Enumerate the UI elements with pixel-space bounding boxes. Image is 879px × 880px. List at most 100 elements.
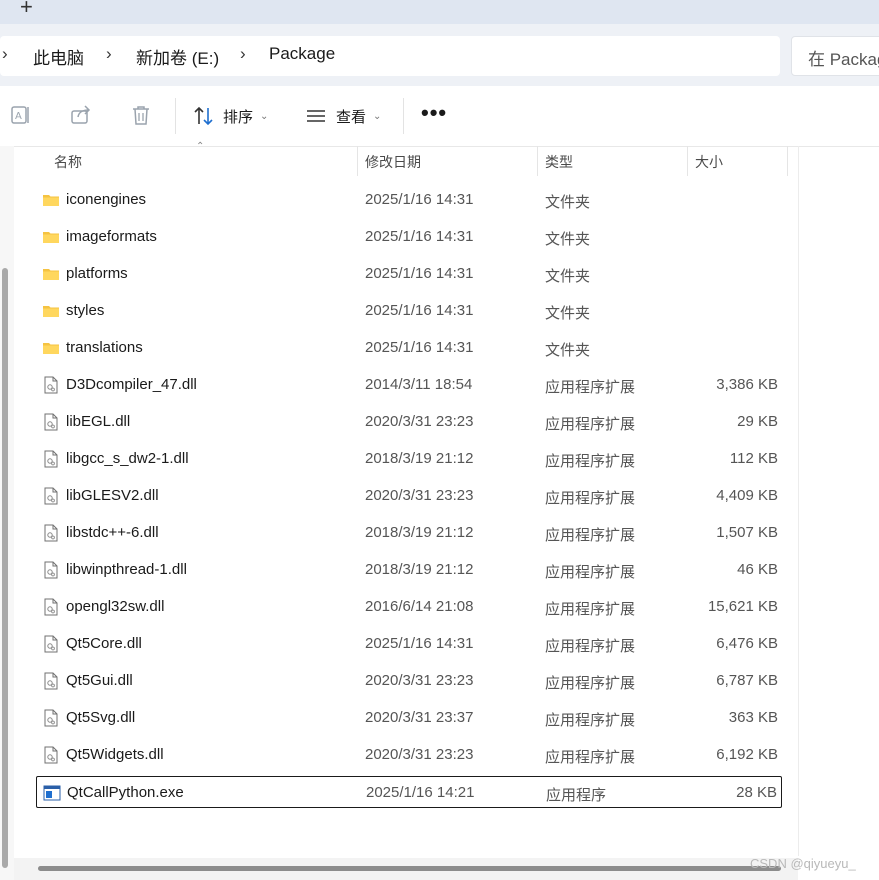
file-date-modified: 2025/1/16 14:31 [365,265,474,282]
file-name: QtCallPython.exe [67,784,184,801]
file-date-modified: 2020/3/31 23:23 [365,487,474,504]
new-tab-button[interactable]: + [20,0,33,20]
file-name: platforms [66,265,128,282]
file-row[interactable]: libEGL.dll 2020/3/31 23:23 应用程序扩展 29 KB [36,406,782,438]
file-date-modified: 2020/3/31 23:37 [365,709,474,726]
file-row[interactable]: styles 2025/1/16 14:31 文件夹 [36,295,782,327]
navigation-scrollbar[interactable] [2,268,8,868]
file-size: 28 KB [736,784,777,801]
file-name: libGLESV2.dll [66,487,159,504]
file-date-modified: 2025/1/16 14:31 [365,228,474,245]
file-type: 应用程序扩展 [545,416,636,433]
file-type: 应用程序扩展 [545,564,636,581]
tab-strip: + [0,0,879,24]
share-icon[interactable] [70,104,92,126]
file-type: 文件夹 [545,268,591,285]
file-name: libstdc++-6.dll [66,524,159,541]
file-type: 应用程序扩展 [545,453,636,470]
file-type: 文件夹 [545,231,591,248]
dll-icon [42,561,60,579]
folder-icon [42,265,60,283]
delete-icon[interactable] [130,104,152,126]
sort-button[interactable]: 排序 ⌄ [193,103,268,129]
breadcrumb[interactable] [0,36,780,76]
column-header-date[interactable]: 修改日期 [365,152,421,172]
file-row[interactable]: Qt5Widgets.dll 2020/3/31 23:23 应用程序扩展 6,192… [36,739,782,771]
file-date-modified: 2016/6/14 21:08 [365,598,474,615]
file-row[interactable]: D3Dcompiler_47.dll 2014/3/11 18:54 应用程序扩展 3… [36,369,782,401]
file-date-modified: 2025/1/16 14:31 [365,339,474,356]
column-header-name[interactable]: 名称 [54,152,82,172]
dll-icon [42,487,60,505]
file-size: 4,409 KB [716,487,778,504]
file-row[interactable]: translations 2025/1/16 14:31 文件夹 [36,332,782,364]
exe-icon [43,784,61,802]
file-name: translations [66,339,143,356]
dll-icon [42,598,60,616]
breadcrumb-item-this-pc[interactable]: 此电脑 [33,44,84,69]
file-size: 6,476 KB [716,635,778,652]
breadcrumb-separator[interactable]: › [2,44,8,64]
sort-ascending-icon: ⌃ [196,141,205,152]
file-date-modified: 2018/3/19 21:12 [365,450,474,467]
file-name: Qt5Svg.dll [66,709,136,726]
file-row[interactable]: imageformats 2025/1/16 14:31 文件夹 [36,221,782,253]
file-row[interactable]: opengl32sw.dll 2016/6/14 21:08 应用程序扩展 15,62… [36,591,782,623]
file-row[interactable]: libstdc++-6.dll 2018/3/19 21:12 应用程序扩展 1,50… [36,517,782,549]
column-divider[interactable] [357,146,358,176]
file-date-modified: 2025/1/16 14:31 [365,191,474,208]
chevron-down-icon: ⌄ [373,110,382,122]
file-row[interactable]: libgcc_s_dw2-1.dll 2018/3/19 21:12 应用程序扩展 1… [36,443,782,475]
column-divider[interactable] [687,146,688,176]
file-name: imageformats [66,228,157,245]
rename-icon[interactable]: A [10,104,32,126]
column-divider[interactable] [787,146,788,176]
file-size: 1,507 KB [716,524,778,541]
file-type: 文件夹 [545,194,591,211]
file-name: libEGL.dll [66,413,131,430]
chevron-down-icon: ⌄ [260,110,269,122]
file-row[interactable]: iconengines 2025/1/16 14:31 文件夹 [36,184,782,216]
dll-icon [42,746,60,764]
file-size: 29 KB [737,413,778,430]
file-date-modified: 2025/1/16 14:31 [365,302,474,319]
folder-icon [42,228,60,246]
file-row[interactable]: libGLESV2.dll 2020/3/31 23:23 应用程序扩展 4,409 … [36,480,782,512]
breadcrumb-item-package[interactable]: Package [269,44,335,64]
file-row[interactable]: Qt5Core.dll 2025/1/16 14:31 应用程序扩展 6,476 KB [36,628,782,660]
more-options-button[interactable]: ••• [421,100,447,126]
file-type: 文件夹 [545,305,591,322]
column-header-size[interactable]: 大小 [695,152,723,172]
file-type: 应用程序扩展 [545,379,636,396]
dll-icon [42,672,60,690]
file-name: Qt5Gui.dll [66,672,133,689]
dll-icon [42,524,60,542]
file-name: Qt5Core.dll [66,635,142,652]
file-type: 文件夹 [545,342,591,359]
file-date-modified: 2020/3/31 23:23 [365,413,474,430]
file-size: 3,386 KB [716,376,778,393]
breadcrumb-item-drive[interactable]: 新加卷 (E:) [136,44,219,69]
breadcrumb-separator[interactable]: › [106,44,112,64]
column-divider[interactable] [537,146,538,176]
file-row[interactable]: platforms 2025/1/16 14:31 文件夹 [36,258,782,290]
file-date-modified: 2025/1/16 14:21 [366,784,475,801]
dll-icon [42,413,60,431]
file-name: libgcc_s_dw2-1.dll [66,450,189,467]
file-name: D3Dcompiler_47.dll [66,376,197,393]
folder-icon [42,339,60,357]
file-type: 应用程序扩展 [545,749,636,766]
horizontal-scrollbar-thumb[interactable] [38,866,781,871]
sort-icon [194,106,213,126]
file-row[interactable]: Qt5Gui.dll 2020/3/31 23:23 应用程序扩展 6,787 KB [36,665,782,697]
file-size: 6,192 KB [716,746,778,763]
breadcrumb-separator[interactable]: › [240,44,246,64]
file-row[interactable]: libwinpthread-1.dll 2018/3/19 21:12 应用程序扩展… [36,554,782,586]
file-row[interactable]: Qt5Svg.dll 2020/3/31 23:37 应用程序扩展 363 KB [36,702,782,734]
column-header-type[interactable]: 类型 [545,152,573,172]
file-row[interactable]: QtCallPython.exe 2025/1/16 14:21 应用程序 28 KB [36,776,782,808]
dll-icon [42,635,60,653]
pane-border [798,146,799,856]
file-size: 15,621 KB [707,598,778,615]
view-button[interactable]: 查看 ⌄ [305,103,381,129]
